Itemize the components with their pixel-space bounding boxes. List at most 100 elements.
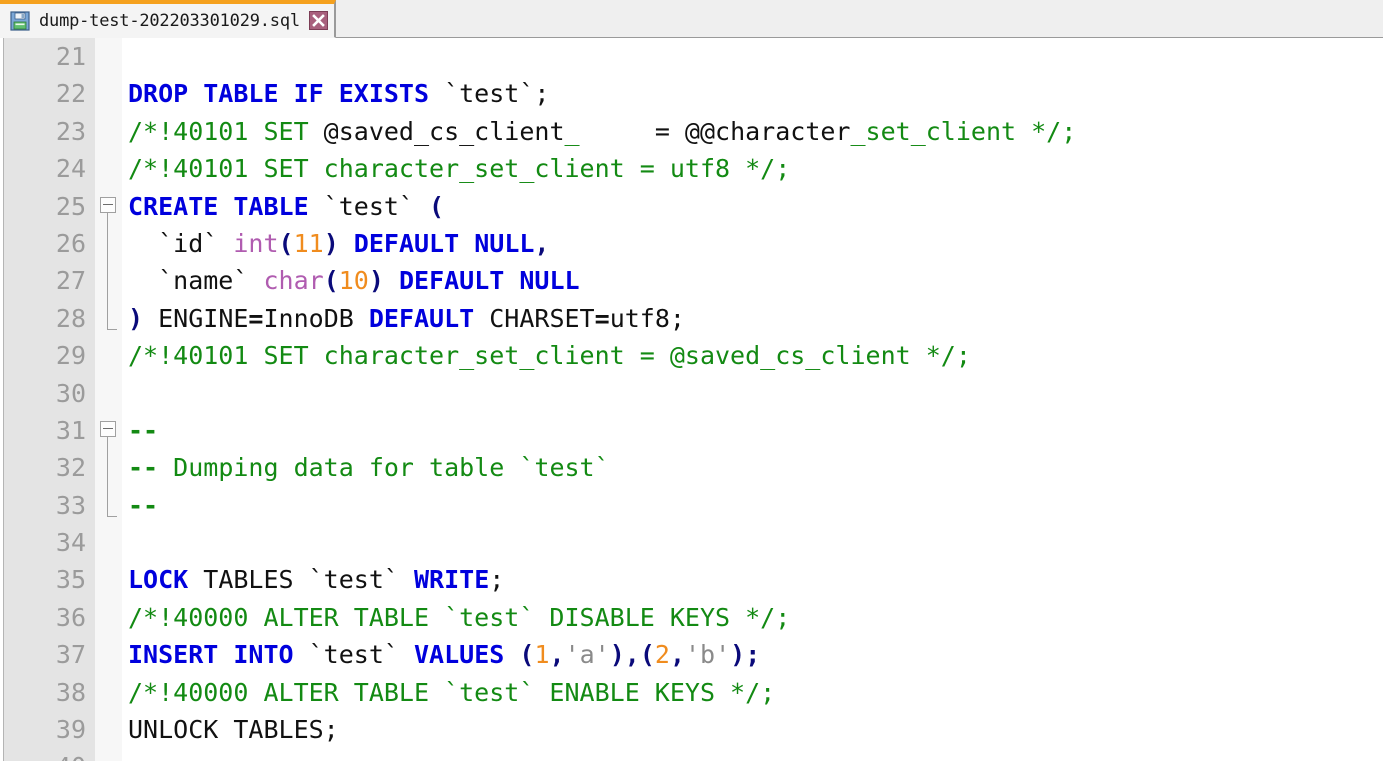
code-editor[interactable]: 21 22 23 24 25 26 27 28 29 30 31 32 33 3… <box>0 38 1383 761</box>
token-punctuation: ; <box>669 303 685 333</box>
token-keyword: DROP TABLE IF EXISTS <box>128 79 445 109</box>
token-number: 11 <box>293 228 324 258</box>
code-line-25: CREATE TABLE `test` ( <box>128 188 1383 225</box>
token-punctuation: ( <box>278 228 294 258</box>
token-keyword: DEFAULT <box>368 303 475 333</box>
line-number: 35 <box>55 565 86 595</box>
token-punctuation: , <box>669 640 685 670</box>
token-string: 'b' <box>685 640 731 670</box>
line-number-gutter: 21 22 23 24 25 26 27 28 29 30 31 32 33 3… <box>4 38 95 761</box>
token-punctuation: ( <box>429 191 445 221</box>
token-operator: = <box>594 303 610 333</box>
fold-guide-line-31 <box>107 437 108 516</box>
token-identifier: utf8 <box>609 303 670 333</box>
token-punctuation: ; <box>323 715 339 745</box>
line-number: 25 <box>55 191 86 221</box>
line-number: 21 <box>55 42 86 71</box>
line-number: 29 <box>55 341 86 371</box>
token-identifier: `id` <box>128 228 234 258</box>
token-comment: Dumping data for table `test` <box>158 453 610 483</box>
token-identifier: `test` <box>323 191 430 221</box>
code-line-28: ) ENGINE=InnoDB DEFAULT CHARSET=utf8; <box>128 300 1383 337</box>
line-number: 38 <box>55 677 86 707</box>
token-comment: -- <box>128 415 159 445</box>
line-number: 39 <box>55 715 86 745</box>
token-keyword: DEFAULT NULL <box>338 228 535 258</box>
token-punctuation: ) <box>323 228 339 258</box>
token-identifier: `test`; <box>444 79 550 109</box>
token-comment: /*!40101 SET character_set_client = @sav… <box>128 341 971 371</box>
line-number: 40 <box>4 748 86 761</box>
token-identifier: TABLES `test` <box>188 565 414 595</box>
token-number: 2 <box>654 640 670 670</box>
fold-toggle-line-25[interactable] <box>100 197 116 213</box>
token-keyword: INSERT INTO <box>128 640 294 670</box>
token-punctuation: ( <box>323 266 339 296</box>
token-identifier: InnoDB <box>263 303 369 333</box>
line-number: 31 <box>55 415 86 445</box>
tab-title: dump-test-202203301029.sql <box>39 10 300 31</box>
code-line-36: /*!40000 ALTER TABLE `test` DISABLE KEYS… <box>128 599 1383 636</box>
token-keyword: VALUES <box>414 640 505 670</box>
line-number: 24 <box>55 154 86 184</box>
code-line-29: /*!40101 SET character_set_client = @sav… <box>128 337 1383 374</box>
tab-bar-empty-space <box>336 0 1383 37</box>
line-number: 27 <box>55 266 86 296</box>
code-line-38: /*!40000 ALTER TABLE `test` ENABLE KEYS … <box>128 674 1383 711</box>
line-number: 26 <box>55 228 86 258</box>
token-number: 10 <box>338 266 369 296</box>
line-number: 37 <box>55 640 86 670</box>
code-line-26: `id` int(11) DEFAULT NULL, <box>128 225 1383 262</box>
token-keyword: CREATE TABLE <box>128 191 324 221</box>
floppy-disk-save-icon <box>10 10 30 31</box>
code-line-33: -- <box>128 487 1383 524</box>
token-punctuation: , <box>549 640 565 670</box>
fold-margin[interactable] <box>95 38 122 761</box>
token-punctuation: ( <box>519 640 535 670</box>
token-comment: /*!40101 SET character_set_client = utf8… <box>128 154 791 184</box>
token-comment: -- <box>128 490 159 520</box>
token-punctuation: ; <box>489 565 505 595</box>
code-line-37: INSERT INTO `test` VALUES (1,'a'),(2,'b'… <box>128 636 1383 673</box>
token-keyword: LOCK <box>128 565 189 595</box>
fold-end-line-28 <box>107 329 117 330</box>
code-line-27: `name` char(10) DEFAULT NULL <box>128 262 1383 299</box>
fold-end-line-33 <box>107 516 117 517</box>
token-identifier: CHARSET <box>474 303 595 333</box>
token-string: 'a' <box>564 640 610 670</box>
token-variable: = @@character <box>579 116 851 146</box>
token-type: int <box>233 228 279 258</box>
token-punctuation: ) <box>128 303 144 333</box>
token-keyword: WRITE <box>414 565 490 595</box>
token-identifier: UNLOCK TABLES <box>128 715 324 745</box>
token-number: 1 <box>534 640 550 670</box>
line-number: 23 <box>55 116 86 146</box>
token-comment: /*!40000 ALTER TABLE `test` DISABLE KEYS… <box>128 602 791 632</box>
fold-guide-line-25 <box>107 213 108 329</box>
token-comment: /*!40000 ALTER TABLE `test` ENABLE KEYS … <box>128 677 776 707</box>
code-line-22: DROP TABLE IF EXISTS `test`; <box>128 75 1383 112</box>
editor-tab[interactable]: dump-test-202203301029.sql <box>0 0 336 38</box>
line-number: 22 <box>55 79 86 109</box>
line-number: 34 <box>55 528 86 558</box>
token-punctuation: , <box>534 228 550 258</box>
token-punctuation: ); <box>730 640 761 670</box>
code-line-23: /*!40101 SET @saved_cs_client_ = @@chara… <box>128 113 1383 150</box>
line-number: 33 <box>55 490 86 520</box>
line-number: 30 <box>55 378 86 408</box>
token-type: char <box>263 266 324 296</box>
code-text-area[interactable]: DROP TABLE IF EXISTS `test`; /*!40101 SE… <box>122 38 1383 761</box>
token-operator: = <box>248 303 264 333</box>
code-line-31: -- <box>128 412 1383 449</box>
token-identifier: `name` <box>128 266 264 296</box>
close-x-icon[interactable] <box>308 11 328 30</box>
token-punctuation: ) <box>368 266 384 296</box>
token-comment: -- <box>128 453 159 483</box>
token-comment: _set_client */; <box>850 116 1077 146</box>
fold-toggle-line-31[interactable] <box>100 421 116 437</box>
token-punctuation: ),( <box>609 640 655 670</box>
